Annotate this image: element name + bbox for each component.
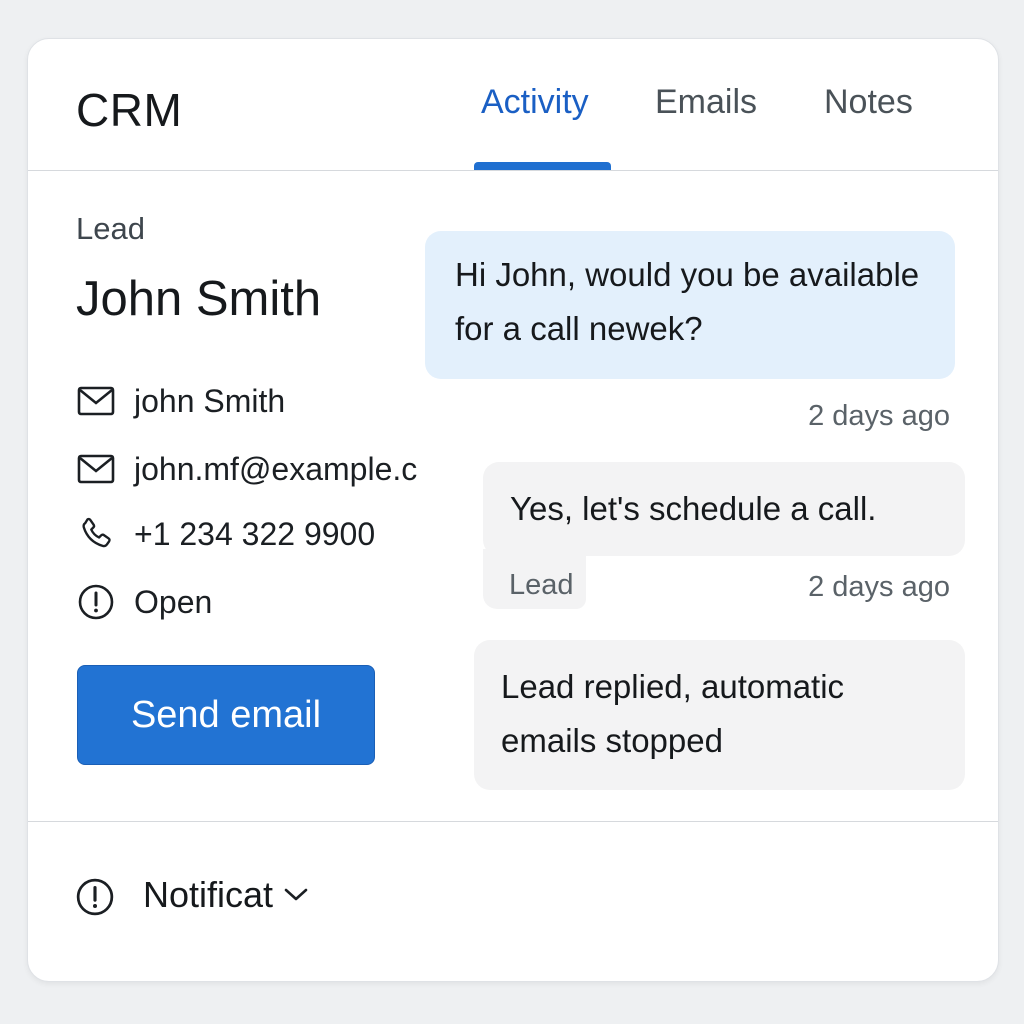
outgoing-message: Hi John, would you be available for a ca… xyxy=(425,231,955,379)
lead-status: Open xyxy=(134,583,213,620)
chevron-down-icon xyxy=(283,882,309,908)
phone-icon xyxy=(76,514,116,554)
mail-icon xyxy=(76,381,116,421)
mail-icon xyxy=(76,449,116,489)
lead-contact-name: john Smith xyxy=(134,382,286,419)
footer: Notificat xyxy=(28,821,998,981)
system-event-message: Lead replied, automatic emails stopped xyxy=(474,640,965,790)
lead-phone-row[interactable]: +1 234 322 9900 xyxy=(76,512,375,556)
app-title: CRM xyxy=(76,84,183,136)
lead-phone[interactable]: +1 234 322 9900 xyxy=(134,516,375,553)
lead-section-label: Lead xyxy=(76,211,145,246)
tab-activity[interactable]: Activity xyxy=(481,83,589,122)
message-timestamp: 2 days ago xyxy=(808,571,950,603)
message-timestamp: 2 days ago xyxy=(808,400,950,432)
lead-contact-name-row: john Smith xyxy=(76,379,285,423)
tab-emails[interactable]: Emails xyxy=(655,83,757,122)
message-sender-label: Lead xyxy=(509,569,574,601)
lead-name: John Smith xyxy=(76,272,322,326)
notifications-dropdown[interactable]: Notificat xyxy=(143,874,309,916)
incoming-message: Yes, let's schedule a call. xyxy=(483,462,965,556)
crm-card: CRM Activity Emails Notes Lead John Smit… xyxy=(27,38,999,982)
alert-circle-icon xyxy=(76,582,116,622)
send-email-button[interactable]: Send email xyxy=(77,665,375,765)
header: CRM Activity Emails Notes xyxy=(28,39,998,171)
lead-status-row: Open xyxy=(76,580,212,624)
notifications-label: Notificat xyxy=(143,874,274,915)
alert-circle-icon xyxy=(75,877,115,917)
lead-email[interactable]: john.mf@example.c xyxy=(134,451,417,488)
tab-notes[interactable]: Notes xyxy=(824,83,913,122)
active-tab-indicator xyxy=(474,162,611,170)
lead-email-row[interactable]: john.mf@example.c xyxy=(76,447,417,491)
